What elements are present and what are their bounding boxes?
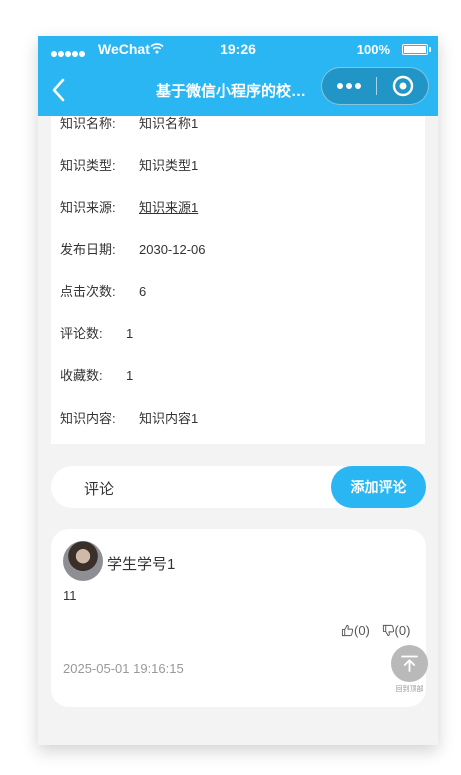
back-to-top-button[interactable]	[391, 645, 428, 682]
arrow-up-to-top-icon	[401, 655, 418, 672]
field-label: 评论数:	[60, 326, 103, 341]
knowledge-source-link[interactable]: 知识来源1	[139, 200, 198, 215]
comment-timestamp: 2025-05-01 19:16:15	[63, 661, 184, 676]
field-label: 发布日期:	[60, 242, 116, 257]
navigation-bar: 基于微信小程序的校园学习交流小程序	[38, 64, 438, 116]
field-value: 知识内容1	[139, 411, 199, 426]
comment-section-label: 评论	[84, 481, 115, 498]
field-value: 1	[126, 368, 134, 383]
field-publish-date: 发布日期: 2030-12-06	[60, 242, 206, 258]
like-count: (0)	[354, 623, 370, 638]
battery-icon	[402, 44, 431, 55]
phone-frame: WeChat 19:26 100% 基于微信小程序的校园学习交流小程序	[38, 36, 438, 745]
field-knowledge-source: 知识来源: 知识来源1	[60, 200, 198, 216]
status-bar: WeChat 19:26 100%	[38, 36, 438, 64]
field-knowledge-type: 知识类型: 知识类型1	[60, 158, 198, 174]
field-label: 收藏数:	[60, 368, 103, 383]
target-icon	[392, 75, 414, 97]
field-favorite-count: 收藏数: 1	[60, 368, 133, 384]
field-label: 知识内容:	[60, 411, 116, 426]
add-comment-button[interactable]: 添加评论	[331, 466, 426, 508]
knowledge-detail-card: 知识名称: 知识名称1 知识类型: 知识类型1 知识来源: 知识来源1 发布日期: 20…	[51, 116, 425, 444]
thumb-down-icon	[382, 624, 394, 637]
more-button[interactable]	[322, 68, 376, 104]
field-click-count: 点击次数: 6	[60, 284, 146, 300]
field-value: 知识名称1	[139, 116, 199, 131]
field-label: 知识来源:	[60, 200, 116, 215]
capsule-menu	[321, 67, 429, 105]
comment-text: 11	[63, 588, 77, 603]
battery-percent: 100%	[356, 42, 390, 57]
comment-bar: 评论 添加评论	[51, 466, 426, 508]
field-value: 2030-12-06	[139, 242, 206, 257]
field-value: 1	[126, 326, 134, 341]
comment-username: 学生学号1	[107, 556, 176, 573]
avatar	[63, 541, 103, 581]
field-label: 知识名称:	[60, 116, 116, 131]
field-label: 点击次数:	[60, 284, 116, 299]
back-to-top-label: 回到顶部	[395, 686, 424, 693]
close-miniprogram-button[interactable]	[377, 68, 429, 104]
field-comment-count: 评论数: 1	[60, 326, 133, 342]
comment-reactions: (0) (0)	[341, 623, 410, 638]
comment-item: 学生学号1 11 (0) (0) 2025-05-01 19:16:15	[51, 529, 426, 707]
ellipsis-icon	[337, 83, 361, 89]
thumb-down-button[interactable]: (0)	[382, 623, 411, 638]
back-button[interactable]	[48, 76, 72, 104]
chevron-left-icon	[52, 78, 65, 102]
page-content: 知识名称: 知识名称1 知识类型: 知识类型1 知识来源: 知识来源1 发布日期: 20…	[38, 116, 438, 745]
field-value: 知识类型1	[139, 158, 199, 173]
field-knowledge-content: 知识内容: 知识内容1	[60, 411, 198, 427]
thumb-up-icon	[341, 624, 354, 637]
dislike-count: (0)	[394, 623, 411, 638]
field-knowledge-name: 知识名称: 知识名称1	[60, 116, 198, 132]
field-value: 6	[139, 284, 147, 299]
page-title: 基于微信小程序的校园学习交流小程序	[156, 83, 316, 100]
thumb-up-button[interactable]: (0)	[341, 623, 370, 638]
field-label: 知识类型:	[60, 158, 116, 173]
